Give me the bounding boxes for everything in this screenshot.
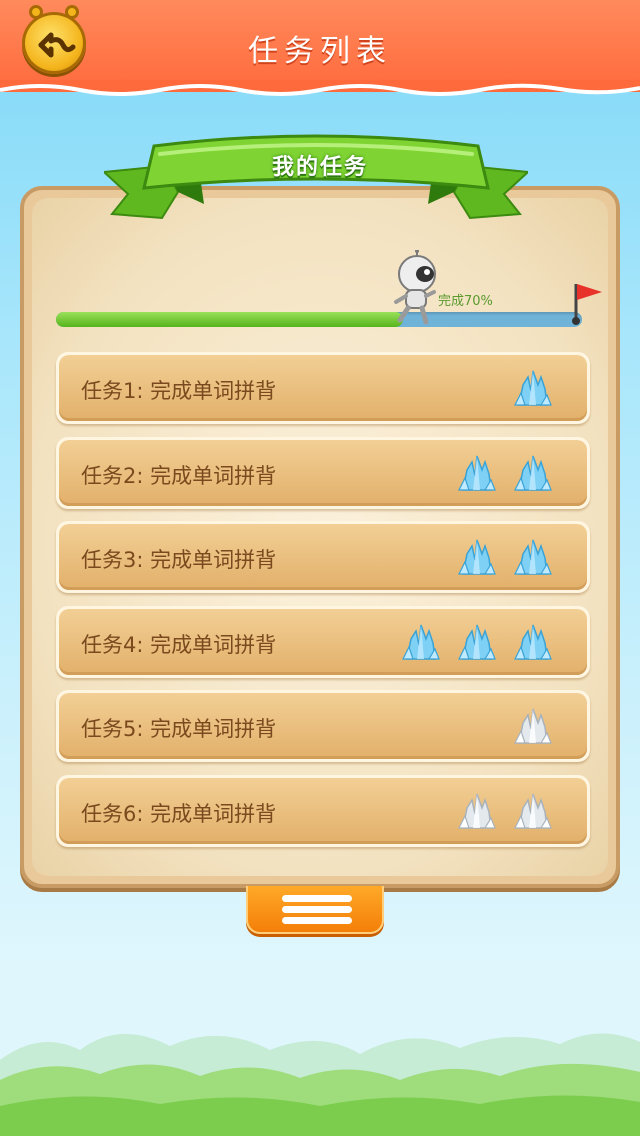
task-row[interactable]: 任务3: 完成单词拼背	[56, 521, 590, 593]
crystal-gem-icon	[458, 455, 496, 491]
menu-icon	[282, 895, 352, 902]
task-row-body: 任务1: 完成单词拼背	[59, 355, 587, 421]
back-button-ear	[65, 5, 79, 19]
crystal-gem-icon	[514, 455, 552, 491]
crystal-gem-icon	[514, 793, 552, 829]
task-label: 任务4: 完成单词拼背	[81, 632, 277, 657]
progress-label: 完成70%	[438, 294, 493, 309]
task-label: 任务5: 完成单词拼背	[81, 717, 277, 741]
robot-avatar-icon	[394, 250, 436, 325]
crystal-gem-icon	[402, 624, 440, 660]
progress-bar	[56, 312, 582, 327]
task-row-body: 任务5: 完成单词拼背	[59, 693, 587, 759]
task-row-body: 任务6: 完成单词拼背	[59, 777, 587, 844]
menu-button[interactable]	[246, 886, 384, 934]
crystal-gem-icon	[514, 708, 552, 744]
task-row-body: 任务3: 完成单词拼背	[59, 524, 587, 590]
background-hills	[0, 1033, 640, 1136]
crystal-gem-icon	[458, 793, 496, 829]
task-reward-gems	[513, 367, 553, 409]
goal-flag-icon	[572, 284, 602, 325]
crystal-gem-icon	[458, 624, 496, 660]
task-row[interactable]: 任务4: 完成单词拼背	[56, 605, 590, 678]
page-title: 任务列表	[248, 34, 392, 69]
header-wave-divider	[0, 80, 640, 96]
task-label: 任务2: 完成单词拼背	[81, 463, 277, 488]
ribbon-title: 我的任务	[271, 155, 368, 180]
task-label: 任务6: 完成单词拼背	[81, 801, 277, 826]
task-row[interactable]: 任务1: 完成单词拼背	[56, 352, 590, 424]
menu-icon	[282, 917, 352, 924]
task-row-body: 任务4: 完成单词拼背	[59, 608, 587, 675]
task-reward-gems	[513, 705, 553, 747]
crystal-gem-icon	[514, 624, 552, 660]
crystal-gem-icon	[458, 539, 496, 575]
menu-icon	[282, 906, 352, 913]
task-reward-gems	[401, 621, 553, 663]
progress-bar-fill	[56, 312, 404, 327]
task-label: 任务3: 完成单词拼背	[81, 548, 277, 572]
task-reward-gems	[457, 790, 553, 832]
back-button-ear	[29, 5, 43, 19]
task-row[interactable]: 任务5: 完成单词拼背	[56, 690, 590, 762]
task-list: 任务1: 完成单词拼背 任务2: 完成单词拼背 任务3: 完成单词拼背 任务4: 完成…	[56, 352, 590, 859]
task-reward-gems	[457, 536, 553, 578]
task-row[interactable]: 任务6: 完成单词拼背	[56, 774, 590, 847]
task-row-body: 任务2: 完成单词拼背	[59, 439, 587, 506]
crystal-gem-icon	[514, 539, 552, 575]
task-label: 任务1: 完成单词拼背	[81, 379, 277, 403]
crystal-gem-icon	[514, 370, 552, 406]
task-reward-gems	[457, 452, 553, 494]
task-row[interactable]: 任务2: 完成单词拼背	[56, 436, 590, 509]
